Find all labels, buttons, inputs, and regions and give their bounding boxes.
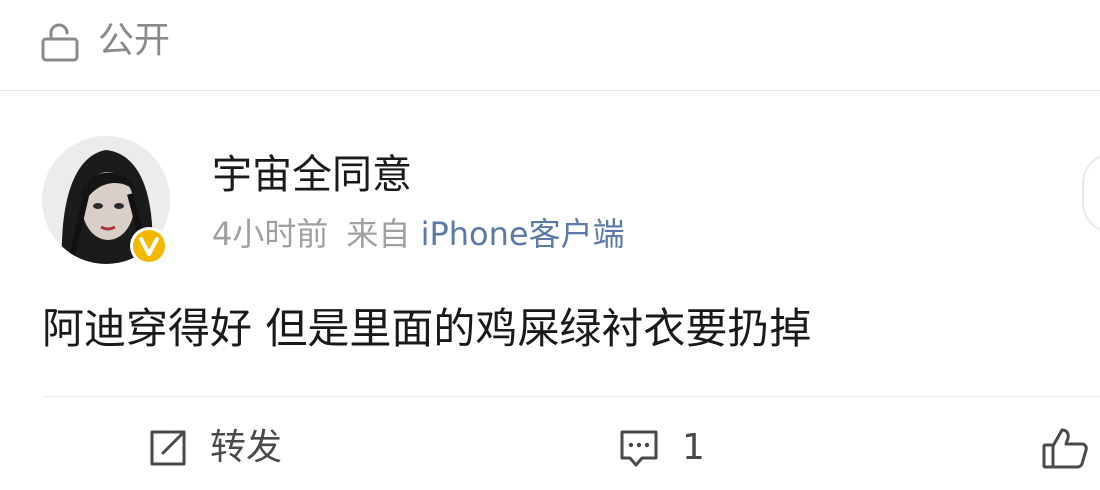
thumbs-up-icon (1040, 425, 1090, 471)
divider (42, 396, 1100, 397)
comment-button[interactable]: 1 (616, 420, 705, 476)
comment-icon (616, 426, 662, 470)
privacy-label: 公开 (98, 20, 171, 61)
source-device[interactable]: iPhone客户端 (421, 215, 625, 253)
repost-button[interactable]: 转发 (146, 420, 282, 476)
repost-label: 转发 (210, 427, 283, 468)
verified-badge-icon (128, 225, 170, 267)
like-button[interactable] (1040, 420, 1090, 476)
comment-count: 1 (682, 427, 705, 468)
username[interactable]: 宇宙全同意 (212, 150, 412, 200)
unlock-icon (40, 22, 80, 62)
source-prefix: 来自 (346, 215, 411, 253)
privacy-bar[interactable]: 公开 (0, 0, 1100, 91)
post-meta: 4小时前 来自 iPhone客户端 (212, 212, 625, 256)
repost-icon (146, 426, 190, 470)
post-text: 阿迪穿得好 但是里面的鸡屎绿衬衣要扔掉 (42, 304, 812, 353)
post-time: 4小时前 (212, 215, 329, 253)
